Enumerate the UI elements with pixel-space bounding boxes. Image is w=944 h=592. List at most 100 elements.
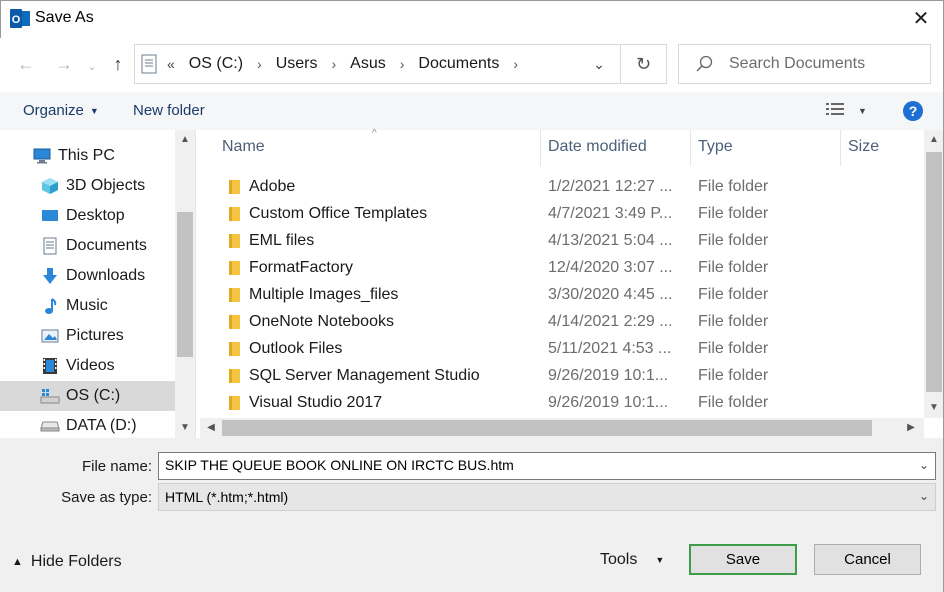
file-row[interactable]: OneNote Notebooks 4/14/2021 2:29 ... File … xyxy=(200,309,912,336)
file-name: Adobe xyxy=(249,178,296,195)
breadcrumb-users[interactable]: Users xyxy=(276,55,318,73)
scroll-left-icon[interactable]: ◀ xyxy=(203,422,219,433)
column-divider[interactable] xyxy=(690,130,691,166)
nav-item[interactable]: This PC xyxy=(0,141,175,171)
file-row[interactable]: EML files 4/13/2021 5:04 ... File folder xyxy=(200,228,912,255)
chevron-right-icon[interactable]: › xyxy=(400,56,405,72)
tools-label: Tools xyxy=(600,551,638,568)
nav-item-label: DATA (D:) xyxy=(66,417,137,434)
breadcrumb-documents[interactable]: Documents xyxy=(418,55,499,73)
caret-up-icon: ▲ xyxy=(12,556,23,568)
refresh-button[interactable]: ↻ xyxy=(621,44,667,84)
file-row[interactable]: Custom Office Templates 4/7/2021 3:49 P..… xyxy=(200,201,912,228)
column-header-size[interactable]: Size xyxy=(848,138,879,156)
breadcrumb-overflow[interactable]: « xyxy=(167,56,175,72)
drive-icon xyxy=(40,416,60,436)
cancel-button[interactable]: Cancel xyxy=(814,544,921,575)
arrow-left-icon: ← xyxy=(17,53,35,74)
back-button[interactable]: ← xyxy=(12,50,40,78)
file-name-label: File name: xyxy=(81,458,152,475)
nav-item[interactable]: DATA (D:) xyxy=(0,411,175,438)
file-type: File folder xyxy=(698,340,769,357)
scroll-right-icon[interactable]: ▶ xyxy=(903,422,919,433)
nav-item[interactable]: Music xyxy=(0,291,175,321)
nav-item[interactable]: 3D Objects xyxy=(0,171,175,201)
column-header-date[interactable]: Date modified xyxy=(548,138,647,156)
save-as-type-select[interactable]: HTML (*.htm;*.html) ⌄ xyxy=(158,483,936,511)
chevron-down-icon[interactable]: ⌄ xyxy=(919,458,929,472)
hide-folders-button[interactable]: ▲ Hide Folders xyxy=(12,553,122,571)
nav-item-label: Music xyxy=(66,297,108,314)
music-icon xyxy=(40,296,60,316)
file-row[interactable]: Adobe 1/2/2021 12:27 ... File folder xyxy=(200,174,912,201)
folder-icon xyxy=(226,234,240,248)
scroll-up-icon[interactable]: ▲ xyxy=(926,134,942,145)
scroll-down-icon[interactable]: ▼ xyxy=(177,422,193,433)
nav-item-label: Desktop xyxy=(66,207,125,224)
save-button[interactable]: Save xyxy=(689,544,797,575)
scroll-down-icon[interactable]: ▼ xyxy=(926,402,942,413)
file-type: File folder xyxy=(698,259,769,276)
change-view-button[interactable]: ▼ xyxy=(826,102,867,119)
file-name-combobox[interactable]: ⌄ xyxy=(158,452,936,480)
horizontal-scroll-thumb[interactable] xyxy=(222,420,872,436)
file-row[interactable]: Outlook Files 5/11/2021 4:53 ... File fold… xyxy=(200,336,912,363)
chevron-right-icon[interactable]: › xyxy=(331,56,336,72)
nav-item-label: 3D Objects xyxy=(66,177,146,194)
address-bar[interactable]: « OS (C:) › Users › Asus › Documents › xyxy=(134,44,621,84)
nav-item[interactable]: OS (C:) xyxy=(0,381,175,411)
file-type: File folder xyxy=(698,205,769,222)
column-header-name[interactable]: Name xyxy=(222,138,265,156)
new-folder-button[interactable]: New folder xyxy=(133,102,205,119)
nav-item[interactable]: Videos xyxy=(0,351,175,381)
nav-item[interactable]: Downloads xyxy=(0,261,175,291)
address-dropdown-button[interactable]: ⌄ xyxy=(586,50,612,78)
file-date: 1/2/2021 12:27 ... xyxy=(548,178,673,195)
vertical-scroll-thumb[interactable] xyxy=(926,152,942,392)
nav-scroll-thumb[interactable] xyxy=(177,212,193,357)
file-date: 4/14/2021 2:29 ... xyxy=(548,313,673,330)
chevron-right-icon[interactable]: › xyxy=(257,56,262,72)
nav-item[interactable]: Pictures xyxy=(0,321,175,351)
pc-icon xyxy=(32,146,52,166)
file-name-input[interactable] xyxy=(165,457,905,473)
scroll-up-icon[interactable]: ▲ xyxy=(177,134,193,145)
up-button[interactable]: ↑ xyxy=(104,50,132,78)
file-row[interactable]: Multiple Images_files 3/30/2020 4:45 ... F… xyxy=(200,282,912,309)
file-name: EML files xyxy=(249,232,315,249)
search-input[interactable] xyxy=(729,55,929,73)
help-button[interactable]: ? xyxy=(903,101,923,121)
pictures-icon xyxy=(40,326,60,346)
nav-item[interactable]: Documents xyxy=(0,231,175,261)
windows-drive-icon xyxy=(40,386,60,406)
column-header-type[interactable]: Type xyxy=(698,138,733,156)
recent-locations-button[interactable]: ⌄ xyxy=(82,52,102,80)
videos-icon xyxy=(40,356,60,376)
column-divider[interactable] xyxy=(840,130,841,166)
chevron-down-icon: ⌄ xyxy=(918,489,929,503)
documents-icon xyxy=(40,236,60,256)
column-divider[interactable] xyxy=(540,130,541,166)
folder-icon xyxy=(226,396,240,410)
tools-button[interactable]: Tools ▼ xyxy=(600,551,664,569)
breadcrumb-asus[interactable]: Asus xyxy=(350,55,386,73)
search-box[interactable] xyxy=(678,44,931,84)
save-as-type-value: HTML (*.htm;*.html) xyxy=(165,489,289,505)
organize-button[interactable]: Organize ▼ xyxy=(23,102,99,119)
file-name: OneNote Notebooks xyxy=(249,313,394,330)
nav-item[interactable]: Desktop xyxy=(0,201,175,231)
folder-icon xyxy=(226,180,240,194)
forward-button[interactable]: → xyxy=(50,50,78,78)
details-view-icon xyxy=(826,102,844,119)
title-bar xyxy=(0,0,944,38)
folder-icon xyxy=(226,207,240,221)
nav-item-label: Documents xyxy=(66,237,147,254)
breadcrumb-os-c[interactable]: OS (C:) xyxy=(189,55,243,73)
close-button[interactable]: ✕ xyxy=(898,0,944,36)
nav-item-label: Pictures xyxy=(66,327,124,344)
file-row[interactable]: Visual Studio 2017 9/26/2019 10:1... File … xyxy=(200,390,912,417)
file-row[interactable]: SQL Server Management Studio 9/26/2019 10… xyxy=(200,363,912,390)
chevron-right-icon[interactable]: › xyxy=(513,56,518,72)
file-row[interactable]: FormatFactory 12/4/2020 3:07 ... File fold… xyxy=(200,255,912,282)
refresh-icon: ↻ xyxy=(635,53,652,74)
